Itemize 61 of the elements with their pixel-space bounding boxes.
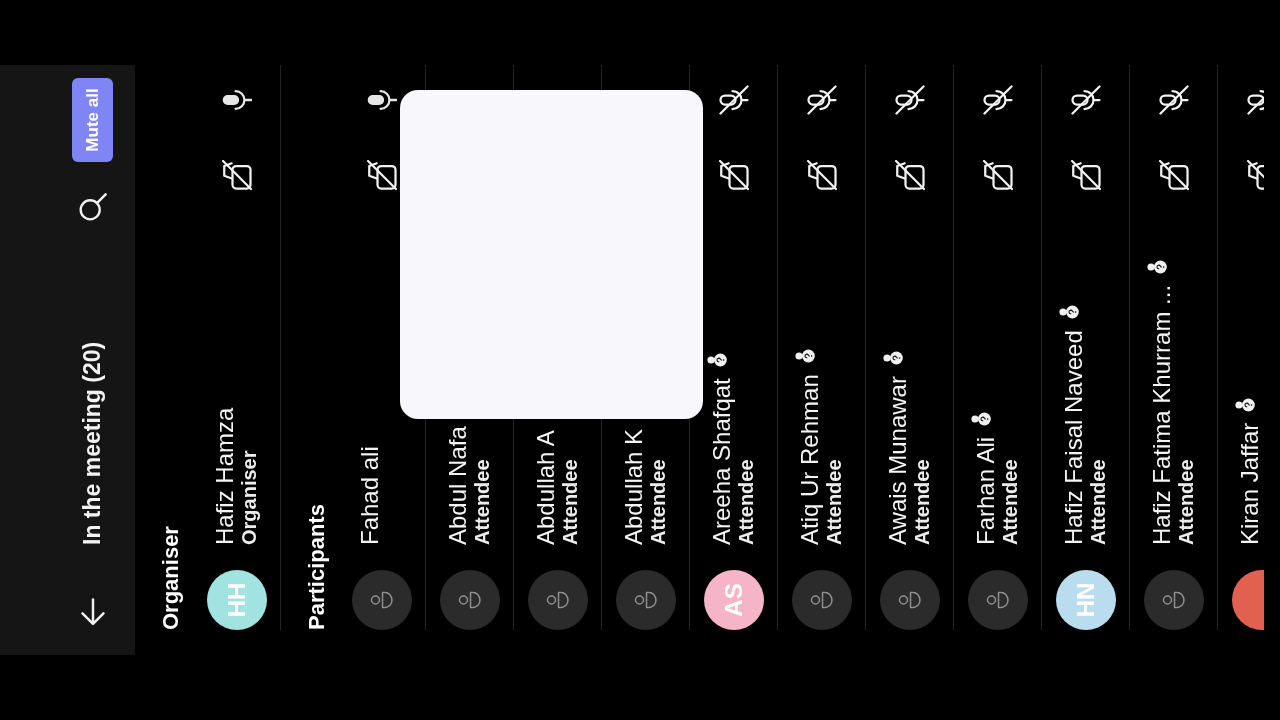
person-avatar-icon [615, 570, 676, 630]
person-avatar-icon [351, 570, 412, 630]
panel-title: In the meeting (20) [78, 341, 107, 545]
initials-avatar: AS [703, 570, 764, 630]
participant-name: Atiq Ur Rehman [797, 374, 824, 545]
participant-name: Hafiz Fatima Khurram ... [1149, 284, 1176, 545]
participant-name: Hafiz Faisal Naveed [1061, 330, 1088, 545]
section-heading: Organiser [157, 525, 184, 632]
mic-off-icon[interactable] [1070, 85, 1101, 115]
participant-name: Hafiz Hamza [212, 407, 239, 545]
search-icon[interactable] [78, 193, 107, 221]
participant-role: Attendee [1175, 458, 1199, 545]
participant-row[interactable]: Hafiz Fatima Khurram ... Attendee [1130, 65, 1218, 630]
camera-off-icon[interactable] [1070, 160, 1101, 190]
participant-row[interactable]: HH Hafiz Hamza Organiser [193, 65, 281, 630]
participant-name: Abdullah K [621, 428, 648, 545]
camera-off-icon[interactable] [366, 160, 397, 190]
mic-icon[interactable] [366, 90, 397, 110]
participant-row[interactable]: Kiran Jaffar [1218, 65, 1264, 630]
participant-name: Abdul Nafa [445, 426, 472, 545]
mic-off-icon[interactable] [982, 85, 1013, 115]
camera-off-icon[interactable] [718, 160, 749, 190]
participant-role: Attendee [471, 458, 495, 545]
back-arrow-icon[interactable] [79, 598, 106, 626]
participant-role: Attendee [647, 458, 671, 545]
initials-avatar: HN [1055, 570, 1116, 630]
camera-off-icon[interactable] [982, 160, 1013, 190]
camera-off-icon[interactable] [221, 160, 252, 190]
section-heading: Participants [303, 503, 330, 632]
participant-role: Attendee [1087, 458, 1111, 545]
camera-off-icon[interactable] [894, 160, 925, 190]
participant-name: Kiran Jaffar [1237, 422, 1264, 545]
participant-row[interactable]: Atiq Ur Rehman Attendee [778, 65, 866, 630]
participant-role: Attendee [559, 458, 583, 545]
initials-avatar: HH [206, 570, 267, 630]
participant-role: Attendee [999, 458, 1023, 545]
participant-role: Attendee [735, 458, 759, 545]
participant-name: Areeha Shafqat [709, 378, 736, 545]
participant-name: Abdullah A [533, 430, 560, 545]
participant-row[interactable]: Awais Munawar Attendee [866, 65, 954, 630]
participant-row[interactable]: HN Hafiz Faisal Naveed Attendee [1042, 65, 1130, 630]
mic-off-icon[interactable] [718, 85, 749, 115]
participant-role: Attendee [911, 458, 935, 545]
camera-off-icon[interactable] [806, 160, 837, 190]
camera-off-icon[interactable] [1158, 160, 1189, 190]
person-avatar-icon [879, 570, 940, 630]
person-avatar-icon [527, 570, 588, 630]
person-avatar-icon [791, 570, 852, 630]
person-avatar-icon [439, 570, 500, 630]
mic-off-icon[interactable] [1158, 85, 1189, 115]
mic-off-icon[interactable] [894, 85, 925, 115]
participant-name: Awais Munawar [885, 376, 912, 545]
participant-role: Organiser [238, 449, 262, 545]
person-avatar-icon [1143, 570, 1204, 630]
participant-name: Fahad ali [357, 446, 384, 545]
participant-role: Attendee [823, 458, 847, 545]
participant-row[interactable]: Farhan Ali Attendee [954, 65, 1042, 630]
mic-off-icon[interactable] [806, 85, 837, 115]
participant-name: Farhan Ali [973, 436, 1000, 545]
person-avatar-icon [967, 570, 1028, 630]
mic-icon[interactable] [221, 90, 252, 110]
